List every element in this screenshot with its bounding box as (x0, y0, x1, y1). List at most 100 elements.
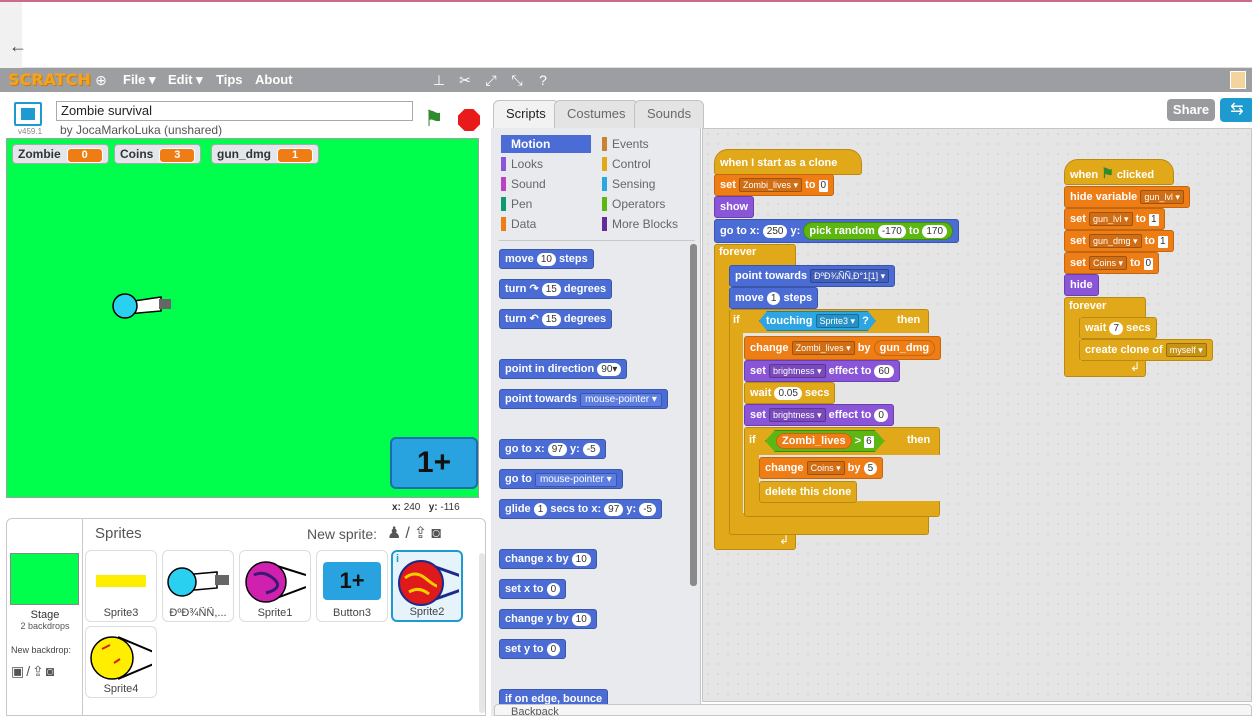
camera-icon[interactable]: ◙ (46, 663, 56, 679)
forever-label: forever (719, 246, 757, 258)
block-create-clone[interactable]: create clone of myself ▾ (1079, 339, 1213, 361)
palette-divider (499, 240, 695, 241)
category-events[interactable]: Events (602, 135, 692, 153)
stage-canvas[interactable]: Zombie 0 Coins 3 gun_dmg 1 1+ (6, 138, 479, 498)
tab-sounds[interactable]: Sounds (634, 100, 705, 128)
block-goto-xy-random[interactable]: go to x: 250 y: pick random -170 to 170 (714, 219, 960, 243)
upload-icon[interactable]: ⇪ (32, 663, 46, 679)
block-set-brightness-60[interactable]: set brightness ▾ effect to 60 (744, 360, 900, 382)
block-hide[interactable]: hide (1064, 274, 1099, 296)
block-when-flag-clicked[interactable]: when ⚑ clicked (1064, 159, 1174, 185)
image-library-icon[interactable]: ▣ (11, 663, 26, 679)
block-set-y[interactable]: set y to 0 (499, 639, 567, 659)
block-set-zombi-lives[interactable]: set Zombi_lives ▾ to 0 (714, 174, 835, 196)
sprite-tile-sprite3[interactable]: Sprite3 (85, 550, 157, 622)
block-goto[interactable]: go to mouse-pointer ▾ (499, 469, 623, 489)
scripts-area[interactable]: when I start as a clone set Zombi_lives … (702, 128, 1252, 702)
category-looks[interactable]: Looks (501, 155, 591, 173)
fullscreen-icon[interactable] (14, 102, 42, 126)
category-more-blocks[interactable]: More Blocks (602, 215, 692, 233)
block-glide[interactable]: glide 1 secs to x: 97 y: -5 (499, 499, 663, 519)
delete-scissors-icon[interactable]: ✂ (456, 71, 474, 89)
green-flag-icon[interactable]: ⚑ (424, 106, 444, 132)
category-motion[interactable]: Motion (501, 135, 591, 153)
block-delete-clone[interactable]: delete this clone (759, 481, 858, 503)
menu-file[interactable]: File ▾ (123, 72, 156, 88)
share-button[interactable]: Share (1167, 99, 1215, 121)
shrink-icon[interactable]: ⤡ (508, 71, 526, 89)
block-move-1-steps[interactable]: move 1 steps (729, 287, 819, 309)
block-turn-right[interactable]: turn ↷ 15 degrees (499, 279, 613, 299)
green-flag-icon: ⚑ (1101, 165, 1114, 181)
new-backdrop-tools: ▣/⇪◙ (11, 663, 56, 680)
sprites-scrollbar[interactable] (479, 553, 485, 713)
sprite-name: Sprite1 (257, 607, 293, 619)
block-set-coins[interactable]: set Coins ▾ to 0 (1064, 252, 1160, 274)
duplicate-stamp-icon[interactable]: ⊥ (430, 71, 448, 89)
camera-sprite-icon[interactable]: ◙ (431, 525, 445, 542)
sprite2-thumbnail (398, 560, 459, 606)
category-sound[interactable]: Sound (501, 175, 591, 193)
block-move-steps[interactable]: move 10 steps (499, 249, 594, 269)
block-goto-xy[interactable]: go to x: 97 y: -5 (499, 439, 606, 459)
project-title-input[interactable]: Zombie survival (56, 101, 413, 121)
block-hide-variable[interactable]: hide variable gun_lvl ▾ (1064, 186, 1190, 208)
stage-thumbnail[interactable] (10, 553, 79, 605)
block-palette: Motion Looks Sound Pen Data Events Contr… (491, 128, 701, 716)
block-change-zombi-lives[interactable]: change Zombi_lives ▾ by gun_dmg (744, 336, 942, 360)
scratch-editor: ← SCRATCH ⊕ File ▾ Edit ▾ Tips About ⊥ ✂… (0, 0, 1252, 716)
predicate-greater-than[interactable]: Zombi_lives > 6 (765, 430, 885, 452)
backpack-panel[interactable]: Backpack (494, 704, 1252, 716)
menu-tips[interactable]: Tips (216, 72, 243, 87)
block-turn-left[interactable]: turn ↶ 15 degrees (499, 309, 613, 329)
block-change-x[interactable]: change x by 10 (499, 549, 597, 569)
block-set-x[interactable]: set x to 0 (499, 579, 567, 599)
palette-scrollbar[interactable] (690, 244, 697, 586)
forever2-label: forever (1069, 300, 1107, 312)
scratch-logo[interactable]: SCRATCH (8, 70, 91, 89)
block-point-direction[interactable]: point in direction 90▾ (499, 359, 628, 379)
category-data[interactable]: Data (501, 215, 591, 233)
category-sensing[interactable]: Sensing (602, 175, 692, 193)
language-globe-icon[interactable]: ⊕ (92, 71, 110, 89)
category-control[interactable]: Control (602, 155, 692, 173)
tab-costumes[interactable]: Costumes (554, 100, 639, 128)
sprite-tile-sprite2[interactable]: i Sprite2 (391, 550, 463, 622)
tab-scripts[interactable]: Scripts (493, 100, 559, 130)
back-arrow-icon[interactable]: ← (8, 36, 28, 56)
block-point-towards-target[interactable]: point towards ÐºÐ¾ÑÑ‚Ð°1[1] ▾ (729, 265, 896, 287)
block-when-start-as-clone[interactable]: when I start as a clone (714, 149, 862, 175)
block-show[interactable]: show (714, 196, 755, 218)
sprite-name: ÐºÐ¾ÑÑ,... (169, 607, 227, 619)
player-sprite[interactable] (111, 292, 173, 320)
file-icon[interactable] (1230, 71, 1246, 89)
sprite-tile-sprite4[interactable]: Sprite4 (85, 626, 157, 698)
button3-sprite[interactable]: 1+ (390, 437, 478, 489)
if-touching-edge (929, 309, 969, 333)
sprite-tile-player[interactable]: ÐºÐ¾ÑÑ,... (162, 550, 234, 622)
reporter-pick-random[interactable]: pick random -170 to 170 (803, 222, 954, 240)
sprite-tile-sprite1[interactable]: Sprite1 (239, 550, 311, 622)
monitor-coins: Coins 3 (114, 144, 202, 164)
help-question-icon[interactable]: ? (534, 71, 552, 89)
block-set-brightness-0[interactable]: set brightness ▾ effect to 0 (744, 404, 894, 426)
menu-about[interactable]: About (255, 72, 293, 87)
block-wait-7[interactable]: wait 7 secs (1079, 317, 1157, 339)
block-change-y[interactable]: change y by 10 (499, 609, 597, 629)
predicate-touching[interactable]: touching Sprite3 ▾ ? (759, 311, 876, 331)
menu-edit[interactable]: Edit ▾ (168, 72, 203, 88)
sprite-library-icon[interactable]: ♟ (387, 525, 405, 542)
monitor-zombie: Zombie 0 (12, 144, 109, 164)
block-set-gun-lvl[interactable]: set gun_lvl ▾ to 1 (1064, 208, 1165, 230)
paint-sprite-icon[interactable]: / (405, 525, 413, 542)
block-wait-005[interactable]: wait 0.05 secs (744, 382, 836, 404)
block-change-coins[interactable]: change Coins ▾ by 5 (759, 457, 884, 479)
remix-icon[interactable]: ⇆ (1220, 98, 1252, 122)
upload-sprite-icon[interactable]: ⇪ (414, 525, 431, 542)
sprite-tile-button3[interactable]: 1+ Button3 (316, 550, 388, 622)
block-set-gun-dmg[interactable]: set gun_dmg ▾ to 1 (1064, 230, 1174, 252)
category-operators[interactable]: Operators (602, 195, 692, 213)
grow-icon[interactable]: ⤢ (482, 71, 500, 89)
block-point-towards[interactable]: point towards mouse-pointer ▾ (499, 389, 668, 409)
category-pen[interactable]: Pen (501, 195, 591, 213)
